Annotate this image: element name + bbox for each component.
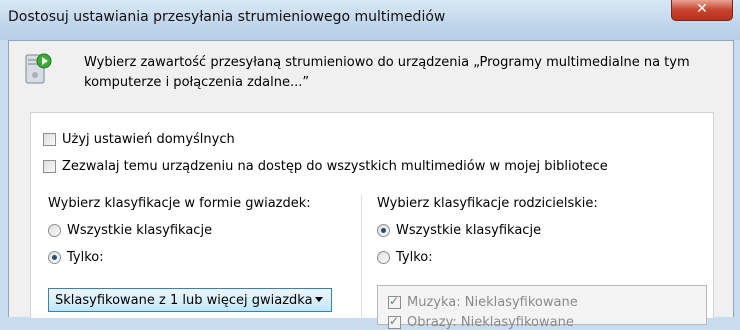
star-only-label: Tylko: (67, 250, 104, 265)
pictures-rating-label: Obrazy: Nieklasyfikowane (407, 315, 574, 330)
close-icon: ✕ (696, 1, 708, 17)
parental-ratings-list[interactable]: Muzyka: Nieklasyfikowane Obrazy: Nieklas… (377, 285, 707, 330)
media-streaming-device-icon (25, 53, 52, 84)
music-rating-label: Muzyka: Nieklasyfikowane (407, 295, 578, 310)
dialog-body: Wybierz zawartość przesyłaną strumieniow… (8, 40, 734, 330)
star-ratings-heading: Wybierz klasyfikacje w formie gwiazdek: (48, 196, 311, 211)
star-only-option[interactable]: Tylko: (48, 250, 104, 265)
dialog-description: Wybierz zawartość przesyłaną strumieniow… (84, 55, 690, 90)
parental-all-label: Wszystkie klasyfikacje (396, 223, 542, 238)
column-divider (361, 195, 362, 325)
star-all-radio[interactable] (48, 224, 61, 237)
chevron-down-icon (315, 297, 323, 302)
parental-only-label: Tylko: (396, 250, 433, 265)
star-all-label: Wszystkie klasyfikacje (67, 223, 213, 238)
parental-all-radio[interactable] (377, 224, 390, 237)
music-rating-checkbox[interactable] (388, 294, 401, 309)
use-defaults-checkbox[interactable] (43, 133, 56, 146)
star-only-radio[interactable] (48, 251, 61, 264)
star-rating-dropdown[interactable]: Sklasyfikowane z 1 lub więcej gwiazdka (48, 288, 332, 312)
parental-ratings-heading: Wybierz klasyfikacje rodzicielskie: (377, 196, 598, 211)
parental-all-option[interactable]: Wszystkie klasyfikacje (377, 223, 541, 238)
use-defaults-option[interactable]: Użyj ustawień domyślnych (43, 132, 235, 147)
allow-all-label: Zezwalaj temu urządzeniu na dostęp do ws… (62, 159, 608, 174)
pictures-rating-checkbox[interactable] (388, 314, 401, 329)
settings-panel: Użyj ustawień domyślnych Zezwalaj temu u… (30, 112, 714, 330)
title-bar[interactable]: Dostosuj ustawiania przesyłania strumien… (0, 0, 740, 40)
list-item[interactable]: Obrazy: Nieklasyfikowane (388, 314, 574, 330)
parental-only-option[interactable]: Tylko: (377, 250, 433, 265)
allow-all-checkbox[interactable] (43, 160, 56, 173)
close-button[interactable]: ✕ (671, 0, 733, 21)
allow-all-option[interactable]: Zezwalaj temu urządzeniu na dostęp do ws… (43, 159, 608, 174)
window-title: Dostosuj ustawiania przesyłania strumien… (8, 9, 446, 25)
parental-only-radio[interactable] (377, 251, 390, 264)
use-defaults-label: Użyj ustawień domyślnych (62, 132, 235, 147)
star-all-option[interactable]: Wszystkie klasyfikacje (48, 223, 212, 238)
list-item[interactable]: Muzyka: Nieklasyfikowane (388, 294, 578, 310)
star-rating-dropdown-value: Sklasyfikowane z 1 lub więcej gwiazdka (55, 292, 313, 308)
